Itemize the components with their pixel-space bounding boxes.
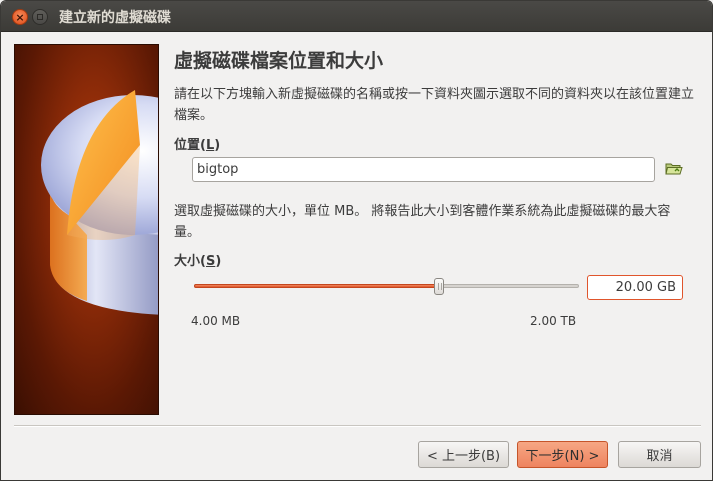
maximize-icon (37, 14, 43, 20)
location-label: 位置(L) (174, 138, 221, 153)
size-mnemonic: S (205, 254, 216, 269)
virtual-disk-illustration (14, 44, 159, 415)
slider-min-label: 4.00 MB (191, 314, 241, 328)
size-slider[interactable] (194, 276, 579, 296)
page-heading: 虛擬磁碟檔案位置和大小 (174, 50, 384, 72)
slider-thumb[interactable] (434, 278, 444, 295)
folder-open-icon (665, 163, 683, 175)
size-input[interactable] (587, 275, 683, 300)
size-label: 大小(S) (174, 254, 222, 269)
location-input[interactable] (192, 157, 655, 182)
location-description: 請在以下方塊輸入新虛擬磁碟的名稱或按一下資料夾圖示選取不同的資料夾以在該位置建立… (174, 87, 695, 123)
close-window-button[interactable]: × (12, 9, 28, 25)
size-label-text: 大小 (174, 254, 201, 269)
disk-graphic (41, 90, 158, 315)
window-title: 建立新的虛擬磁碟 (59, 10, 171, 26)
close-icon: × (15, 10, 25, 24)
maximize-window-button[interactable] (32, 9, 48, 25)
separator (14, 425, 701, 427)
dialog-window: × 建立新的虛擬磁碟 虛擬磁碟檔案位置和大小 請在以下方塊輸入新虛擬磁碟的名稱或… (0, 0, 713, 481)
next-button[interactable]: 下一步(N) > (517, 441, 608, 468)
back-button[interactable]: < 上一步(B) (418, 441, 509, 468)
title-bar: × 建立新的虛擬磁碟 (1, 1, 712, 32)
location-mnemonic: L (205, 138, 215, 153)
choose-folder-button[interactable] (663, 158, 685, 180)
size-description: 選取虛擬磁碟的大小，單位 MB。 將報告此大小到客體作業系統為此虛擬磁碟的最大容… (174, 204, 671, 240)
location-label-text: 位置 (174, 138, 201, 153)
slider-fill (194, 284, 439, 288)
slider-max-label: 2.00 TB (530, 314, 577, 328)
cancel-button[interactable]: 取消 (618, 441, 701, 468)
